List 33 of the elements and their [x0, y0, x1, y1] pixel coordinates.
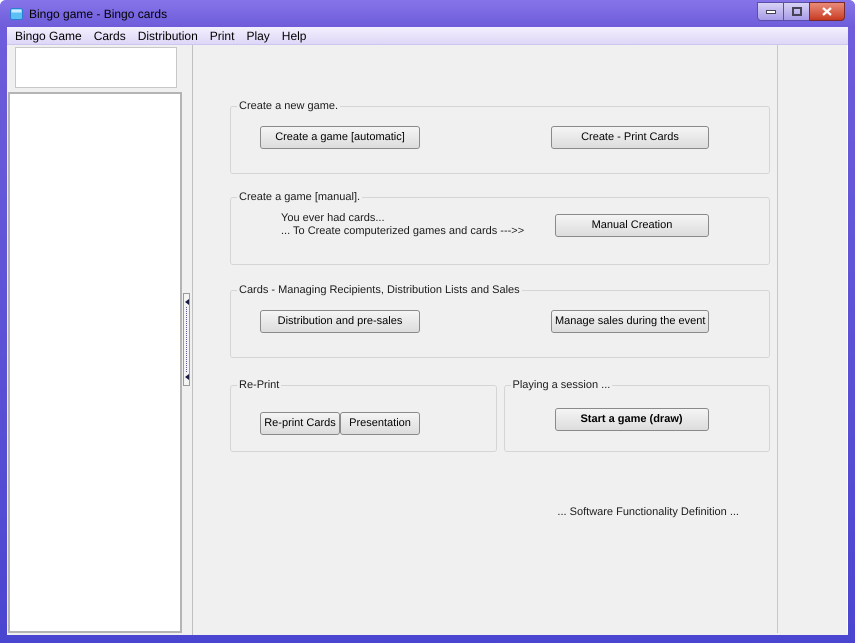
action-button[interactable]: Presentation [340, 412, 420, 435]
group-title: Create a game [manual]. [238, 190, 362, 204]
menu-item[interactable]: Print [204, 28, 240, 44]
maximize-button[interactable] [784, 2, 809, 21]
action-button[interactable]: Manage sales during the event [551, 310, 709, 333]
close-icon [822, 7, 832, 16]
collapse-arrow-icon [184, 374, 188, 380]
menu-item[interactable]: Play [240, 28, 276, 44]
group-title: Create a new game. [238, 99, 340, 113]
action-button[interactable]: Create a game [automatic] [260, 126, 420, 149]
action-button[interactable]: Manual Creation [555, 214, 709, 236]
action-button[interactable]: Create - Print Cards [551, 126, 709, 149]
action-button[interactable]: Distribution and pre-sales [260, 310, 420, 333]
window-title: Bingo game - Bingo cards [29, 6, 168, 22]
splitter-handle[interactable] [183, 293, 190, 386]
group-title: Cards - Managing Recipients, Distribution Lists and Sales [238, 283, 521, 297]
minimize-button[interactable] [757, 2, 784, 21]
menu-item[interactable]: Bingo Game [9, 28, 88, 44]
minimize-icon [766, 10, 776, 14]
info-text: You ever had cards... [281, 212, 386, 225]
group-title: Playing a session ... [512, 378, 612, 392]
close-button[interactable] [809, 2, 845, 21]
footer-text: ... Software Functionality Definition ... [557, 506, 739, 519]
app-icon [10, 8, 23, 20]
menu-item[interactable]: Distribution [132, 28, 204, 44]
group-title: Re-Print [238, 378, 280, 392]
action-button[interactable]: Start a game (draw) [554, 408, 708, 431]
info-text: ... To Create computerized games and cards --->> [281, 225, 524, 238]
maximize-icon [792, 7, 802, 16]
action-button[interactable]: Re-print Cards [260, 412, 340, 435]
collapse-arrow-icon [184, 299, 188, 305]
menu-item[interactable]: Help [276, 28, 312, 44]
menu-item[interactable]: Cards [88, 28, 132, 44]
